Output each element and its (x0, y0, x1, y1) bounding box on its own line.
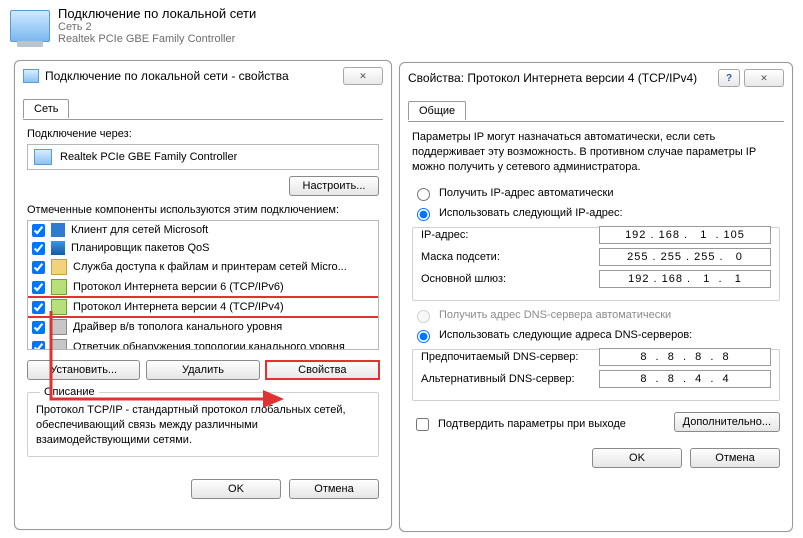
radio (417, 310, 430, 323)
dns2-input[interactable] (599, 370, 771, 388)
mask-label: Маска подсети: (421, 251, 599, 263)
scheduler-icon (51, 241, 65, 255)
close-icon[interactable] (343, 67, 383, 85)
dialog-title: Подключение по локальной сети - свойства (45, 69, 289, 83)
radio[interactable] (417, 208, 430, 221)
connection-adapter: Realtek PCIe GBE Family Controller (58, 33, 256, 45)
checkbox[interactable] (32, 341, 45, 351)
titlebar: Свойства: Протокол Интернета версии 4 (T… (400, 63, 792, 94)
share-icon (51, 259, 67, 275)
dialog-title: Свойства: Протокол Интернета версии 4 (T… (408, 71, 697, 85)
protocol-icon (51, 299, 67, 315)
list-item[interactable]: Клиент для сетей Microsoft (28, 221, 378, 239)
remove-button[interactable]: Удалить (146, 360, 259, 380)
radio-label: Использовать следующий IP-адрес: (439, 207, 623, 219)
nic-icon (23, 69, 39, 83)
ip-input[interactable] (599, 226, 771, 244)
list-item[interactable]: Ответчик обнаружения топологии канальног… (28, 337, 378, 350)
titlebar: Подключение по локальной сети - свойства (15, 61, 391, 92)
ipv4-properties-dialog: Свойства: Протокол Интернета версии 4 (T… (399, 62, 793, 532)
nic-icon (34, 149, 52, 165)
gateway-label: Основной шлюз: (421, 273, 599, 285)
responder-icon (51, 339, 67, 350)
radio-static-dns[interactable]: Использовать следующие адреса DNS-сервер… (412, 327, 780, 343)
connect-via-label: Подключение через: (27, 128, 379, 140)
intro-text: Параметры IP могут назначаться автоматич… (412, 130, 780, 175)
adapter-box: Realtek PCIe GBE Family Controller (27, 144, 379, 170)
client-icon (51, 223, 65, 237)
radio-label: Получить адрес DNS-сервера автоматически (439, 309, 671, 321)
ip-label: IP-адрес: (421, 229, 599, 241)
confirm-on-exit-label: Подтвердить параметры при выходе (438, 418, 626, 430)
checkbox[interactable] (32, 281, 45, 294)
mask-input[interactable] (599, 248, 771, 266)
connection-network: Сеть 2 (58, 21, 256, 33)
connection-header: Подключение по локальной сети Сеть 2 Rea… (0, 0, 803, 51)
list-item-label: Драйвер в/в тополога канального уровня (73, 321, 282, 333)
cancel-button[interactable]: Отмена (289, 479, 379, 499)
list-item-ipv4[interactable]: Протокол Интернета версии 4 (TCP/IPv4) (28, 297, 378, 317)
configure-button[interactable]: Настроить... (289, 176, 379, 196)
components-label: Отмеченные компоненты используются этим … (27, 204, 379, 216)
radio-label: Использовать следующие адреса DNS-сервер… (439, 329, 692, 341)
radio-auto-ip[interactable]: Получить IP-адрес автоматически (412, 185, 780, 201)
adapter-name: Realtek PCIe GBE Family Controller (60, 151, 237, 163)
radio-label: Получить IP-адрес автоматически (439, 187, 613, 199)
list-item-label: Клиент для сетей Microsoft (71, 224, 208, 236)
checkbox[interactable] (32, 321, 45, 334)
monitor-icon (10, 10, 50, 42)
connection-properties-dialog: Подключение по локальной сети - свойства… (14, 60, 392, 530)
radio-static-ip[interactable]: Использовать следующий IP-адрес: (412, 205, 780, 221)
protocol-icon (51, 279, 67, 295)
list-item[interactable]: Планировщик пакетов QoS (28, 239, 378, 257)
cancel-button[interactable]: Отмена (690, 448, 780, 468)
driver-icon (51, 319, 67, 335)
list-item[interactable]: Протокол Интернета версии 6 (TCP/IPv6) (28, 277, 378, 297)
list-item-label: Ответчик обнаружения топологии канальног… (73, 341, 345, 350)
checkbox[interactable] (32, 224, 45, 237)
ok-button[interactable]: OK (191, 479, 281, 499)
radio-auto-dns: Получить адрес DNS-сервера автоматически (412, 307, 780, 323)
components-list[interactable]: Клиент для сетей Microsoft Планировщик п… (27, 220, 379, 350)
list-item[interactable]: Служба доступа к файлам и принтерам сете… (28, 257, 378, 277)
properties-button[interactable]: Свойства (266, 360, 379, 380)
tab-network[interactable]: Сеть (23, 99, 69, 118)
list-item[interactable]: Драйвер в/в тополога канального уровня (28, 317, 378, 337)
description-text: Протокол TCP/IP - стандартный протокол г… (36, 403, 370, 448)
list-item-label: Протокол Интернета версии 6 (TCP/IPv6) (73, 281, 284, 293)
dns1-label: Предпочитаемый DNS-сервер: (421, 351, 599, 363)
advanced-button[interactable]: Дополнительно... (674, 412, 780, 432)
list-item-label: Служба доступа к файлам и принтерам сете… (73, 261, 347, 273)
tab-general[interactable]: Общие (408, 101, 466, 120)
connection-title: Подключение по локальной сети (58, 6, 256, 21)
dns2-label: Альтернативный DNS-сервер: (421, 373, 599, 385)
description-title: Описание (40, 386, 99, 398)
checkbox[interactable] (32, 242, 45, 255)
help-icon[interactable] (718, 69, 740, 87)
install-button[interactable]: Установить... (27, 360, 140, 380)
radio[interactable] (417, 188, 430, 201)
checkbox[interactable] (32, 261, 45, 274)
list-item-label: Планировщик пакетов QoS (71, 242, 210, 254)
confirm-on-exit-checkbox[interactable] (416, 418, 429, 431)
radio[interactable] (417, 330, 430, 343)
ok-button[interactable]: OK (592, 448, 682, 468)
checkbox[interactable] (32, 301, 45, 314)
gateway-input[interactable] (599, 270, 771, 288)
close-icon[interactable] (744, 69, 784, 87)
list-item-label: Протокол Интернета версии 4 (TCP/IPv4) (73, 301, 284, 313)
dns1-input[interactable] (599, 348, 771, 366)
